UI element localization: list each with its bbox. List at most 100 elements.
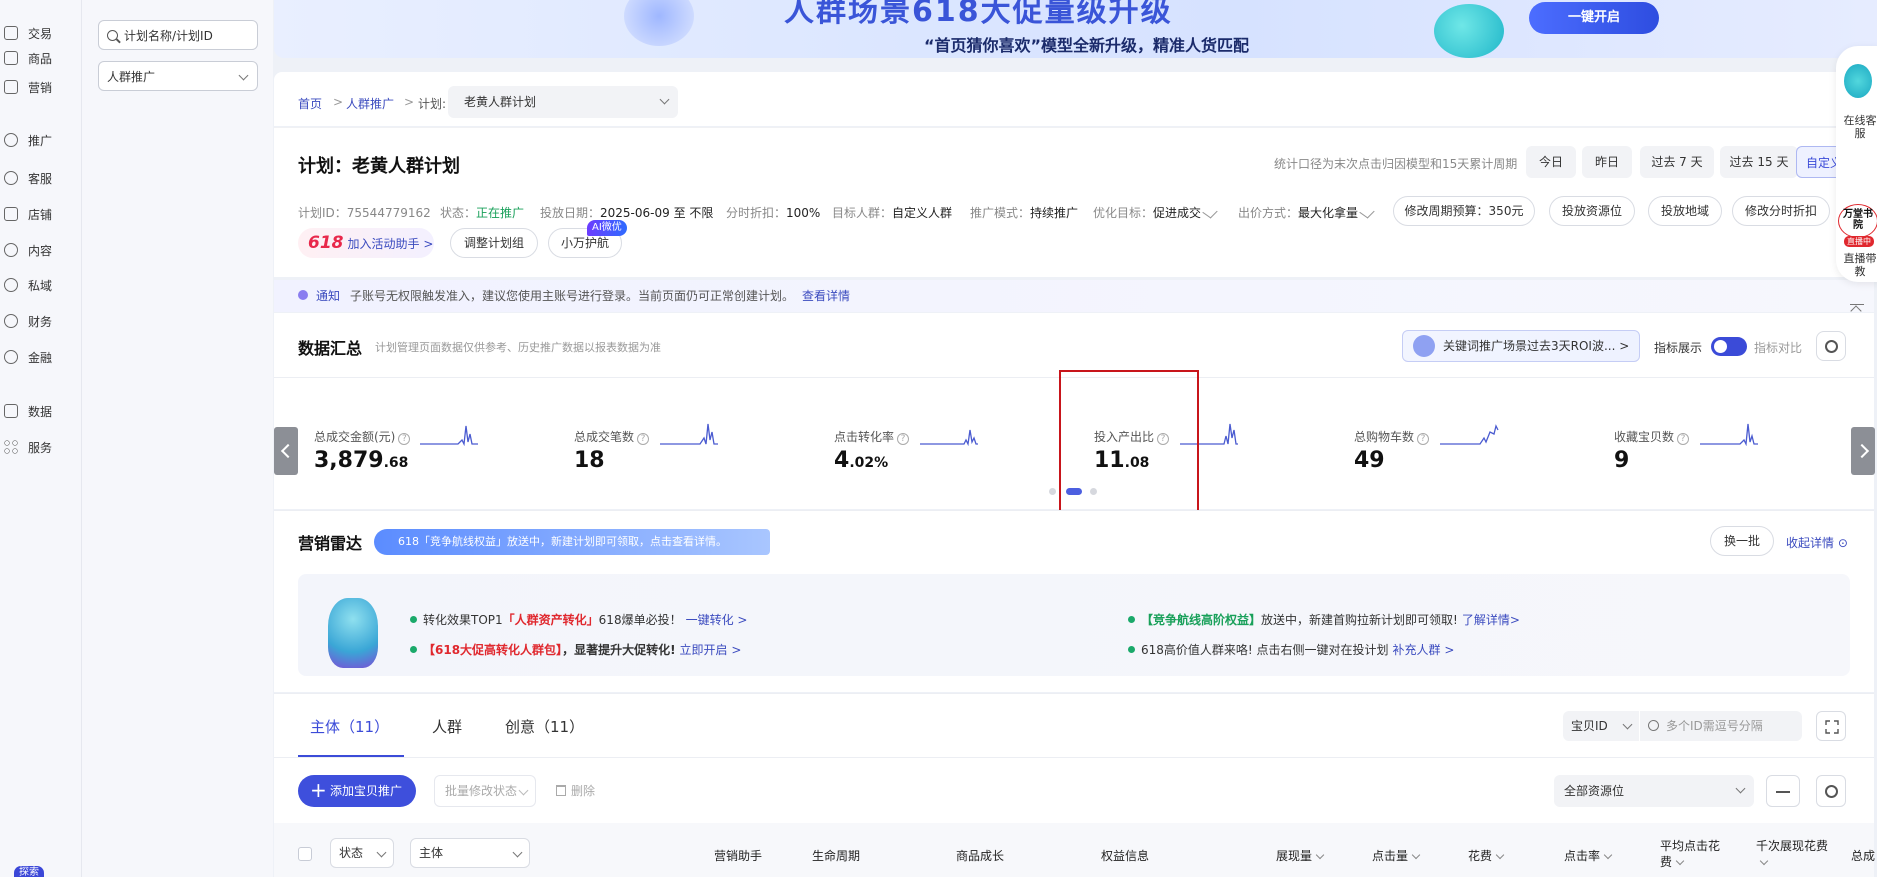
column-header-text: 千次展现花费 [1756, 839, 1829, 853]
plan-discount-field: 分时折扣：100% [726, 204, 820, 221]
one-click-enable-button[interactable]: 一键开启 [1529, 2, 1659, 34]
batch-status-button[interactable]: 批量修改状态 [434, 775, 536, 807]
tab-subject[interactable]: 主体（11） [310, 716, 389, 737]
tab-creative[interactable]: 创意（11） [505, 716, 584, 737]
nav-label: 店铺 [28, 207, 53, 222]
metric-label-text: 总成交金额(元) [314, 430, 396, 444]
column-header-sortable[interactable]: 平均点击花费 [1660, 838, 1730, 870]
meta-key: 投放日期： [540, 206, 601, 220]
live-teaching-link[interactable]: 直播带教 [1840, 252, 1877, 280]
metric-display-toggle[interactable] [1711, 337, 1747, 356]
subject-filter-select[interactable]: 主体 [410, 838, 530, 868]
keyword-roi-promo[interactable]: 关键词推广场景过去3天ROI波... > [1402, 330, 1640, 362]
select-all-checkbox[interactable] [298, 847, 312, 861]
swap-batch-button[interactable]: 换一批 [1710, 526, 1774, 556]
date-today-button[interactable]: 今日 [1526, 146, 1576, 178]
column-header-sortable[interactable]: 展现量 [1276, 847, 1325, 864]
radar-promo-banner[interactable]: 618「竞争航线权益」放送中，新建计划即可领取，点击查看详情。 [374, 529, 770, 555]
notice-detail-link[interactable]: 查看详情 [802, 280, 850, 312]
scene-select[interactable]: 人群推广 [98, 61, 258, 91]
plan-select-value: 老黄人群计划 [464, 95, 537, 109]
nav-item-data[interactable]: 数据 [4, 399, 78, 423]
date-15d-button[interactable]: 过去 15 天 [1720, 146, 1798, 178]
carousel-dot[interactable] [1049, 488, 1056, 495]
status-filter-select[interactable]: 状态 [330, 838, 394, 868]
column-header-sortable[interactable]: 千次展现花费 [1756, 838, 1830, 870]
online-service-link[interactable]: 在线客服 [1840, 114, 1877, 142]
column-header-sortable[interactable]: 花费 [1468, 847, 1505, 864]
id-type-select[interactable]: 宝贝ID [1563, 711, 1639, 741]
radar-title: 营销雷达 [298, 534, 363, 553]
edit-time-discount-button[interactable]: 修改分时折扣 [1732, 196, 1830, 226]
date-yesterday-button[interactable]: 昨日 [1582, 146, 1632, 178]
fullscreen-button[interactable] [1816, 711, 1846, 741]
help-icon[interactable]: ? [637, 433, 650, 445]
nav-item-private[interactable]: 私域 [4, 273, 78, 297]
help-icon[interactable]: ? [1417, 433, 1430, 445]
learn-more-link[interactable]: 了解详情> [1462, 613, 1520, 627]
grid-icon [4, 440, 18, 454]
plan-status-field: 状态：正在推广 [440, 204, 524, 221]
back-to-top-icon[interactable] [1850, 304, 1864, 318]
tip-highlight: 【618大促高转化人群包】 [423, 643, 563, 657]
nav-item-loan[interactable]: 金融 [4, 345, 78, 369]
breadcrumb-scene[interactable]: 人群推广 [346, 95, 394, 112]
edit-budget-button[interactable]: 修改周期预算：350元 [1393, 196, 1535, 226]
help-icon[interactable]: ? [897, 433, 910, 445]
nav-item-services[interactable]: 服务 [4, 435, 78, 459]
nav-item-promotion[interactable]: 推广 [4, 128, 78, 152]
summary-title: 数据汇总 [298, 339, 363, 358]
tab-audience[interactable]: 人群 [432, 716, 462, 737]
collapse-details-link[interactable]: 收起详情 ⊙ [1786, 534, 1848, 551]
nav-label: 金融 [28, 350, 53, 365]
add-item-promotion-button[interactable]: 添加宝贝推广 [298, 774, 416, 807]
help-icon[interactable]: ? [398, 433, 411, 445]
plan-search-input[interactable]: 计划名称/计划ID [98, 20, 258, 50]
resource-slot-select[interactable]: 全部资源位 [1554, 775, 1754, 807]
plan-select[interactable]: 老黄人群计划 [448, 86, 678, 118]
one-click-convert-link[interactable]: 一键转化 > [686, 613, 748, 627]
chevron-down-icon [659, 94, 670, 105]
nav-item-trade[interactable]: 交易 [4, 21, 78, 45]
region-button[interactable]: 投放地域 [1648, 196, 1722, 226]
sort-icon [1759, 856, 1769, 866]
metric-dec: .02% [849, 455, 889, 471]
date-7d-button[interactable]: 过去 7 天 [1640, 146, 1714, 178]
help-icon[interactable]: ? [1677, 433, 1690, 445]
chevron-down-icon [1735, 783, 1746, 794]
promo-banner[interactable]: 人群场景618大促量级升级 “首页猜你喜欢”模型全新升级，精准人货匹配 一键开启 [274, 0, 1877, 58]
adjust-plan-group-button[interactable]: 调整计划组 [450, 228, 538, 258]
column-header-sortable[interactable]: 点击量 [1372, 847, 1421, 864]
metric-label-text: 总成交笔数 [574, 430, 635, 444]
plan-audience-value: 自定义人群 [892, 206, 953, 220]
activity-assistant-button[interactable]: 618 加入活动助手 > [298, 228, 434, 258]
enable-now-link[interactable]: 立即开启 > [680, 643, 742, 657]
id-search-input[interactable]: 多个ID需逗号分隔 [1640, 711, 1802, 741]
receipt-icon [4, 26, 18, 40]
chat-icon [4, 278, 18, 292]
column-width-button[interactable] [1766, 775, 1800, 807]
resource-slot-button[interactable]: 投放资源位 [1549, 196, 1635, 226]
meta-key: 分时折扣： [726, 206, 787, 220]
academy-logo[interactable]: 万堂书院 [1838, 204, 1877, 238]
chevron-down-icon [518, 785, 529, 796]
breadcrumb-home[interactable]: 首页 [298, 95, 322, 112]
delete-button[interactable]: 删除 [556, 782, 595, 799]
summary-settings-button[interactable] [1816, 331, 1846, 361]
tip-highlight: 【竞争航线高阶权益】 [1141, 613, 1262, 627]
breadcrumb-separator: > [333, 95, 344, 109]
add-audience-link[interactable]: 补充人群 > [1393, 643, 1455, 657]
column-header-sortable[interactable]: 点击率 [1564, 847, 1613, 864]
table-settings-button[interactable] [1816, 775, 1846, 807]
carousel-prev-button[interactable] [274, 427, 298, 475]
nav-item-content[interactable]: 内容 [4, 238, 78, 262]
nav-item-service[interactable]: 客服 [4, 166, 78, 190]
nav-item-marketing[interactable]: 营销 [4, 75, 78, 99]
left-navigation: 交易 商品 营销 推广 客服 店铺 内容 私域 财务 金融 数据 服务 探索 [0, 0, 82, 877]
explore-badge[interactable]: 探索 [14, 866, 44, 877]
nav-item-finance[interactable]: 财务 [4, 309, 78, 333]
bullet-icon [1128, 616, 1135, 623]
nav-item-goods[interactable]: 商品 [4, 46, 78, 70]
carousel-next-button[interactable] [1851, 427, 1875, 475]
nav-item-store[interactable]: 店铺 [4, 202, 78, 226]
